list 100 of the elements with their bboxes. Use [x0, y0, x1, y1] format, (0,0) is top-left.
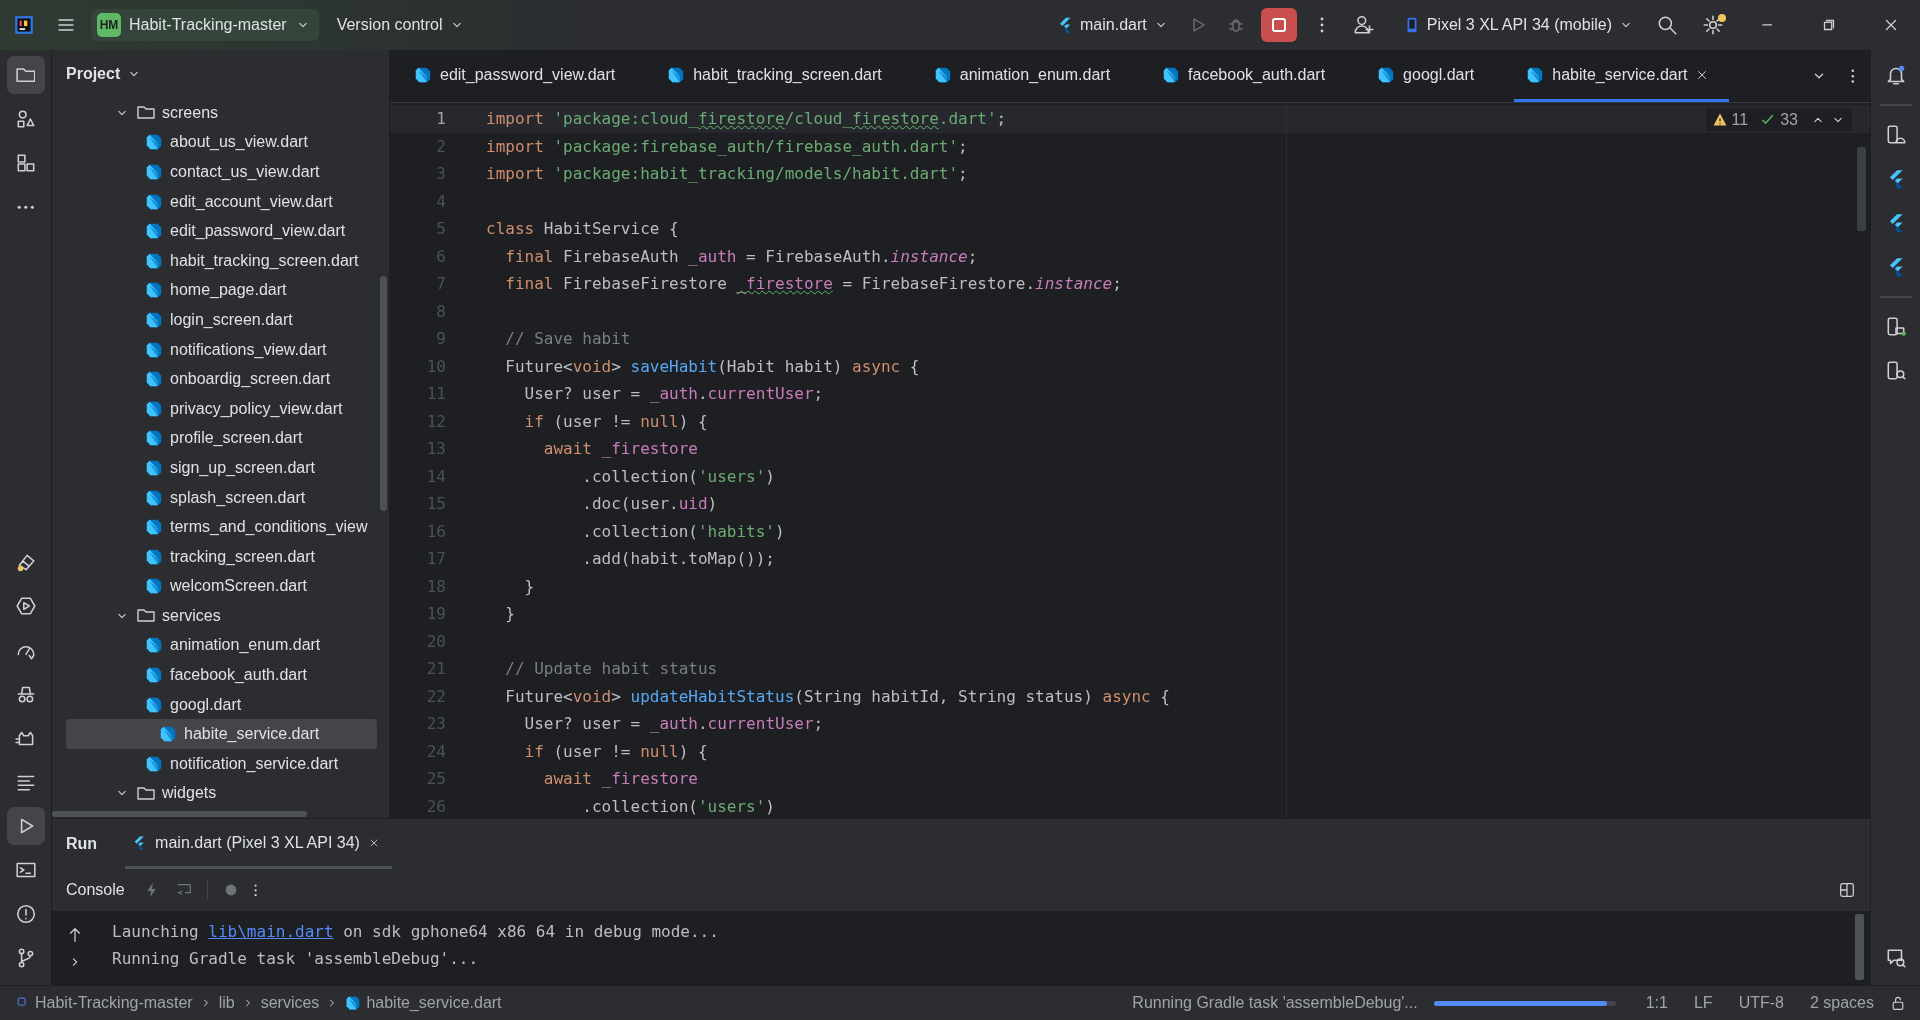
- code-line: if (user != null) {: [523, 411, 708, 431]
- line-number: 1: [435, 109, 446, 129]
- project-view-menu[interactable]: Project: [66, 65, 143, 83]
- folder-icon: [137, 609, 155, 623]
- folder-icon: [137, 786, 155, 800]
- more-icon: [1851, 68, 1855, 84]
- dart-file-icon: [145, 577, 163, 596]
- scrollbar[interactable]: [1857, 147, 1866, 231]
- warning-circle-icon: [14, 903, 37, 925]
- scrollbar[interactable]: [1855, 914, 1864, 980]
- file-item[interactable]: home_page.dart: [52, 275, 377, 306]
- file-tab[interactable]: animation_enum.dart: [921, 50, 1131, 102]
- more-icon: [1319, 17, 1324, 33]
- code-line: .add(habit.toMap());: [581, 549, 775, 569]
- stop-button[interactable]: [1260, 8, 1297, 42]
- layout-icon[interactable]: [1838, 881, 1856, 899]
- breadcrumb[interactable]: services: [260, 994, 320, 1012]
- file-tab[interactable]: facebook_auth.dart: [1150, 50, 1346, 102]
- dart-file-icon: [145, 192, 163, 211]
- file-tab[interactable]: habite_service.dart: [1514, 50, 1730, 102]
- dart-file-icon: [145, 666, 163, 685]
- code-line: class HabitService {: [486, 219, 679, 239]
- code-line: }: [504, 604, 515, 624]
- code-line: import 'package:firebase_auth/firebase_auth.dart';: [486, 136, 968, 156]
- file-item[interactable]: welcomScreen.dart: [52, 571, 377, 602]
- dart-file-icon: [145, 163, 163, 181]
- folder-item[interactable]: widgets: [52, 778, 377, 809]
- scrollbar[interactable]: [380, 276, 387, 511]
- file-item[interactable]: profile_screen.dart: [52, 423, 377, 454]
- file-tab[interactable]: googl.dart: [1365, 50, 1495, 102]
- app-logo-icon[interactable]: [13, 14, 35, 36]
- file-item[interactable]: edit_password_view.dart: [52, 216, 377, 246]
- file-item[interactable]: terms_and_conditions_view: [52, 512, 377, 542]
- indent-setting[interactable]: 2 spaces: [1809, 994, 1874, 1012]
- console-tab[interactable]: Console: [66, 881, 125, 899]
- folder-icon: [137, 106, 155, 120]
- file-item[interactable]: login_screen.dart: [52, 305, 377, 335]
- file-encoding[interactable]: UTF-8: [1738, 994, 1784, 1012]
- dart-file-icon: [145, 133, 163, 152]
- breadcrumb[interactable]: Habit-Tracking-master: [16, 994, 193, 1012]
- passed-count[interactable]: 33: [1780, 111, 1798, 129]
- folder-item[interactable]: screens: [52, 98, 377, 128]
- file-item[interactable]: onboardig_screen.dart: [52, 364, 377, 394]
- file-item[interactable]: habite_service.dart: [66, 719, 377, 750]
- project-tool-button[interactable]: [6, 56, 45, 94]
- file-item[interactable]: contact_us_view.dart: [52, 157, 377, 187]
- file-item[interactable]: edit_account_view.dart: [52, 186, 377, 217]
- more-icon: [16, 204, 35, 210]
- scrollbar[interactable]: [52, 811, 307, 817]
- dart-file-icon: [145, 222, 163, 241]
- run-configuration-menu[interactable]: main.dart: [1048, 10, 1177, 40]
- code-line: .collection('habits'): [581, 521, 785, 541]
- warning-count[interactable]: 11: [1731, 111, 1749, 129]
- task-status[interactable]: Running Gradle task 'assembleDebug'...: [1132, 994, 1418, 1012]
- file-item[interactable]: facebook_auth.dart: [52, 660, 377, 690]
- file-tab[interactable]: habit_tracking_screen.dart: [655, 50, 902, 102]
- file-item[interactable]: animation_enum.dart: [52, 630, 377, 661]
- run-tool-button[interactable]: [6, 807, 45, 845]
- code-line: await _firestore: [542, 439, 698, 459]
- file-item[interactable]: notification_service.dart: [52, 749, 377, 779]
- code-line: import 'package:cloud_firestore/cloud_firestore.dart';: [486, 109, 1007, 129]
- file-item[interactable]: privacy_policy_view.dart: [52, 393, 377, 424]
- file-item[interactable]: notifications_view.dart: [52, 334, 377, 365]
- file-item[interactable]: googl.dart: [52, 689, 377, 720]
- project-badge: HM: [97, 13, 121, 37]
- folder-icon: [15, 67, 36, 83]
- line-separator[interactable]: LF: [1693, 994, 1713, 1012]
- run-tab[interactable]: main.dart (Pixel 3 XL API 34): [125, 819, 392, 869]
- code-line: User? user = _auth.currentUser;: [523, 384, 824, 404]
- console-line: Launching lib\main.dart on sdk gphone64 x86 64 in debug mode...: [112, 921, 719, 943]
- code-line: User? user = _auth.currentUser;: [523, 714, 824, 734]
- code-line: .collection('users'): [581, 796, 775, 816]
- folder-item[interactable]: services: [52, 601, 377, 631]
- more-icon[interactable]: [253, 883, 257, 897]
- file-item[interactable]: sign_up_screen.dart: [52, 453, 377, 483]
- file-item[interactable]: about_us_view.dart: [52, 127, 377, 158]
- panel-title: Run: [66, 835, 98, 853]
- file-item[interactable]: habit_tracking_screen.dart: [52, 245, 377, 276]
- warning-icon[interactable]: [1711, 112, 1728, 128]
- dart-file-icon: [414, 65, 432, 84]
- file-tab[interactable]: edit_password_view.dart: [402, 50, 636, 102]
- code-line: if (user != null) {: [523, 741, 708, 761]
- add-user-icon: [1352, 14, 1375, 36]
- breadcrumb[interactable]: lib: [218, 994, 235, 1012]
- project-selector[interactable]: HM Habit-Tracking-master: [91, 9, 319, 41]
- caret-position[interactable]: 1:1: [1645, 994, 1668, 1012]
- code-line: await _firestore: [542, 769, 698, 789]
- device-selector[interactable]: Pixel 3 XL API 34 (mobile): [1394, 10, 1642, 40]
- dart-file-icon: [145, 340, 163, 359]
- breadcrumb[interactable]: habite_service.dart: [345, 994, 502, 1012]
- dart-file-icon: [145, 370, 163, 389]
- file-item[interactable]: splash_screen.dart: [52, 482, 377, 513]
- version-control-menu[interactable]: Version control: [328, 10, 473, 40]
- file-item[interactable]: tracking_screen.dart: [52, 541, 377, 572]
- dart-file-icon: [145, 518, 163, 537]
- dart-file-icon: [145, 488, 163, 507]
- lock-icon[interactable]: [1890, 995, 1906, 1011]
- file-link[interactable]: lib\main.dart: [208, 922, 334, 941]
- code-line: Future<void> updateHabitStatus(String habitId, String status) async {: [504, 686, 1170, 706]
- dart-file-icon: [1377, 65, 1396, 84]
